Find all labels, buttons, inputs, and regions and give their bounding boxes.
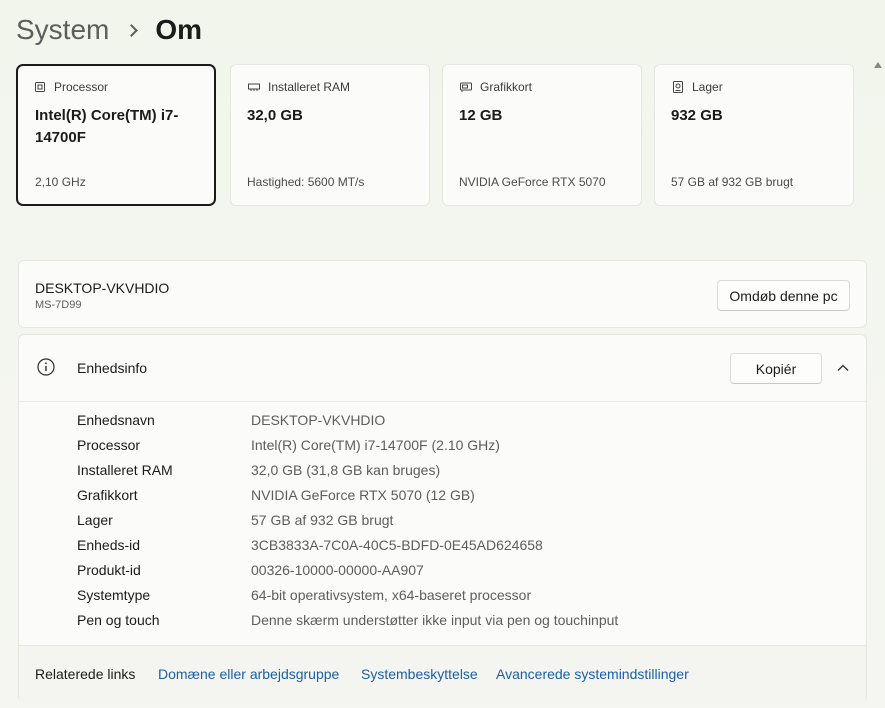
card-title: Processor	[54, 80, 109, 94]
rename-pc-button[interactable]: Omdøb denne pc	[717, 280, 850, 311]
info-row: Grafikkort NVIDIA GeForce RTX 5070 (12 G…	[19, 483, 866, 508]
related-links-bar: Relaterede links Domæne eller arbejdsgru…	[19, 645, 866, 703]
info-row-label: Installeret RAM	[77, 462, 173, 478]
info-row-value: 32,0 GB (31,8 GB kan bruges)	[251, 462, 441, 478]
breadcrumb: System Om	[16, 10, 202, 50]
info-row: Systemtype 64-bit operativsystem, x64-ba…	[19, 583, 866, 608]
info-row-label: Pen og touch	[77, 612, 160, 628]
card-value: 32,0 GB	[247, 107, 303, 124]
info-row-value: Denne skærm understøtter ikke input via …	[251, 612, 619, 628]
info-row-value: DESKTOP-VKVHDIO	[251, 412, 386, 428]
scroll-up-arrow-icon[interactable]	[874, 62, 882, 68]
info-row-value: NVIDIA GeForce RTX 5070 (12 GB)	[251, 487, 475, 503]
info-row: Lager 57 GB af 932 GB brugt	[19, 508, 866, 533]
info-row-label: Processor	[77, 437, 141, 453]
chevron-right-icon	[127, 25, 137, 35]
info-row-value: 57 GB af 932 GB brugt	[251, 512, 394, 528]
card-title: Lager	[692, 80, 723, 94]
info-row-label: Enheds-id	[77, 537, 141, 553]
link-domain-workgroup[interactable]: Domæne eller arbejdsgruppe	[158, 666, 339, 682]
card-title: Grafikkort	[480, 80, 533, 94]
processor-icon	[35, 82, 45, 92]
page-title: Om	[155, 14, 203, 45]
card-title: Installeret RAM	[268, 80, 351, 94]
card-graphics[interactable]: Grafikkort 12 GB NVIDIA GeForce RTX 5070	[442, 64, 642, 206]
device-info-title: Enhedsinfo	[77, 360, 148, 376]
card-processor[interactable]: Processor Intel(R) Core(TM) i7-14700F 2,…	[16, 64, 216, 206]
info-row-value: 64-bit operativsystem, x64-baseret proce…	[251, 587, 532, 603]
related-links-label: Relaterede links	[35, 666, 136, 682]
info-row-value: 3CB3833A-7C0A-40C5-BDFD-0E45AD624658	[251, 537, 543, 553]
card-storage[interactable]: Lager 932 GB 57 GB af 932 GB brugt	[654, 64, 854, 206]
device-info-panel: Enhedsinfo Kopiér Enhedsnavn DESKTOP-VKV…	[18, 334, 867, 703]
info-row-value: 00326-10000-00000-AA907	[251, 562, 424, 578]
card-ram[interactable]: Installeret RAM 32,0 GB Hastighed: 5600 …	[230, 64, 430, 206]
info-row: Enheds-id 3CB3833A-7C0A-40C5-BDFD-0E45AD…	[19, 533, 866, 558]
pc-model: MS-7D99	[35, 299, 82, 311]
pc-name: DESKTOP-VKVHDIO	[35, 280, 170, 296]
card-subtext: NVIDIA GeForce RTX 5070	[459, 175, 606, 189]
info-row-label: Produkt-id	[77, 562, 141, 578]
info-icon	[37, 358, 55, 376]
card-subtext: 57 GB af 932 GB brugt	[671, 175, 794, 189]
card-subtext: Hastighed: 5600 MT/s	[247, 175, 365, 189]
info-row: Produkt-id 00326-10000-00000-AA907	[19, 558, 866, 583]
info-row-label: Grafikkort	[77, 487, 138, 503]
link-advanced-system-settings[interactable]: Avancerede systemindstillinger	[496, 666, 689, 682]
ram-icon	[248, 83, 260, 91]
info-row: Enhedsnavn DESKTOP-VKVHDIO	[19, 408, 866, 433]
pc-name-panel: DESKTOP-VKVHDIO MS-7D99 Omdøb denne pc	[18, 260, 867, 328]
card-subtext: 2,10 GHz	[35, 175, 86, 189]
info-row-label: Systemtype	[77, 587, 151, 603]
copy-button[interactable]: Kopiér	[730, 353, 822, 384]
breadcrumb-system[interactable]: System	[16, 14, 109, 46]
info-row-value: Intel(R) Core(TM) i7-14700F (2.10 GHz)	[251, 437, 500, 453]
device-info-header[interactable]: Enhedsinfo Kopiér	[19, 335, 866, 402]
chevron-up-icon[interactable]	[836, 361, 850, 375]
card-value: 12 GB	[459, 107, 503, 124]
info-row: Installeret RAM 32,0 GB (31,8 GB kan bru…	[19, 458, 866, 483]
info-row-label: Enhedsnavn	[77, 412, 155, 428]
link-system-protection[interactable]: Systembeskyttelse	[361, 666, 478, 682]
info-row: Pen og touch Denne skærm understøtter ik…	[19, 608, 866, 633]
storage-icon	[673, 81, 683, 93]
card-value: 932 GB	[671, 107, 723, 124]
graphics-card-icon	[460, 82, 472, 92]
info-row-label: Lager	[77, 512, 113, 528]
info-row: Processor Intel(R) Core(TM) i7-14700F (2…	[19, 433, 866, 458]
card-value: Intel(R) Core(TM) i7-14700F	[35, 107, 179, 146]
